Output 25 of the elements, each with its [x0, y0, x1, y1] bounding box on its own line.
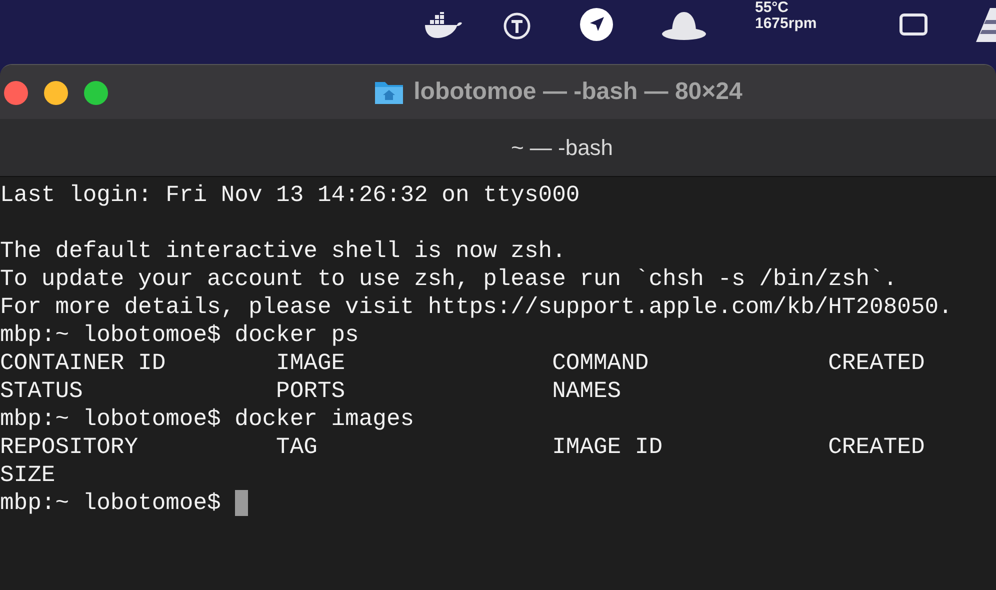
zoom-button[interactable]	[84, 81, 108, 105]
temperature-reading[interactable]: 55°C	[755, 0, 817, 16]
terminal-prompt: mbp:~ lobotomoe$	[0, 489, 222, 517]
window-title: lobotomoe — -bash — 80×24	[414, 78, 742, 106]
fan-speed-reading[interactable]: 1675rpm	[755, 16, 817, 32]
close-button[interactable]	[4, 81, 28, 105]
text-cursor	[234, 490, 248, 516]
terminal-line: To update your account to use zsh, please run `chsh -s /bin/zsh`.	[0, 265, 898, 293]
terminal-line: The default interactive shell is now zsh.	[0, 237, 567, 265]
minimize-button[interactable]	[44, 81, 68, 105]
whale-icon[interactable]	[424, 12, 462, 40]
terminal-line: mbp:~ lobotomoe$ docker ps	[0, 321, 360, 349]
hat-icon[interactable]	[662, 10, 706, 40]
terminal-line: For more details, please visit https://support.apple.com/kb/HT208050.	[0, 293, 954, 321]
terminal-line: mbp:~ lobotomoe$ docker images	[0, 405, 416, 433]
tab-title[interactable]: ~ — -bash	[382, 134, 614, 160]
terminal-line: CONTAINER ID IMAGE COMMAND CREATED	[0, 349, 926, 377]
cone-icon[interactable]	[976, 8, 996, 42]
terminal-line: Last login: Fri Nov 13 14:26:32 on ttys000	[0, 181, 581, 209]
window-icon[interactable]	[899, 13, 928, 36]
terminal-line: SIZE	[0, 461, 56, 489]
terminal-line: STATUS PORTS NAMES	[0, 377, 622, 405]
letter-t-circle-icon[interactable]	[503, 12, 531, 40]
terminal-line: REPOSITORY TAG IMAGE ID CREATED	[0, 433, 926, 461]
home-folder-icon	[374, 79, 404, 105]
